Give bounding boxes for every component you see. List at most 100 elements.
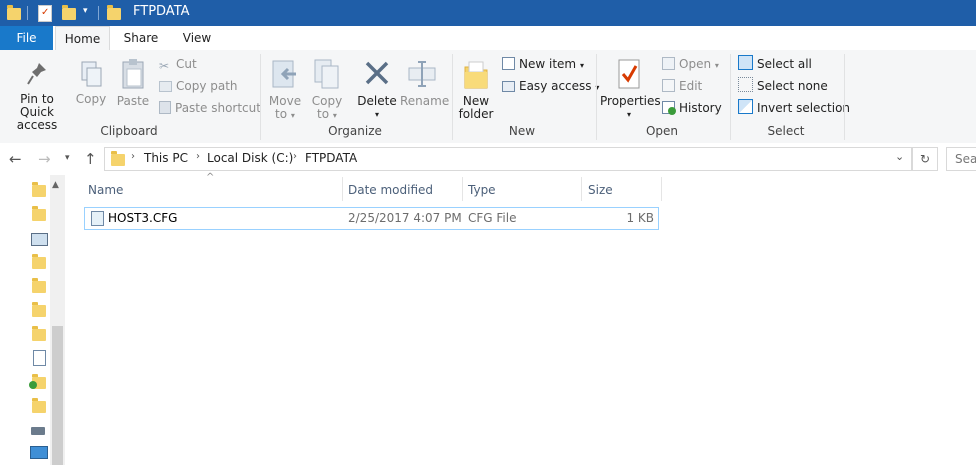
- properties-button[interactable]: Properties ▾: [600, 58, 661, 121]
- folder-icon: [111, 151, 125, 166]
- network-drive-icon[interactable]: [31, 427, 45, 435]
- rename-button[interactable]: Rename: [400, 58, 449, 108]
- breadcrumb-this-pc[interactable]: This PC: [144, 151, 188, 165]
- column-divider[interactable]: [342, 177, 343, 201]
- folder-icon[interactable]: [32, 302, 46, 317]
- history-button[interactable]: History: [662, 99, 722, 117]
- address-bar[interactable]: › This PC › Local Disk (C:) › FTPDATA ⌄: [104, 147, 912, 171]
- refresh-icon[interactable]: ↻: [912, 147, 938, 171]
- folder-icon[interactable]: [32, 398, 46, 413]
- qa-separator: [98, 6, 99, 20]
- breadcrumb-separator-icon[interactable]: ›: [131, 151, 135, 162]
- file-name: HOST3.CFG: [108, 211, 178, 225]
- new-folder-button[interactable]: New folder: [456, 58, 496, 121]
- copy-path-icon: [159, 81, 172, 92]
- group-separator: [596, 54, 597, 140]
- breadcrumb-separator-icon[interactable]: ›: [293, 151, 297, 162]
- column-divider[interactable]: [462, 177, 463, 201]
- copy-to-icon: [314, 59, 339, 89]
- column-header-date-modified[interactable]: Date modified: [348, 180, 433, 200]
- properties-icon: [618, 59, 640, 89]
- easy-access-button[interactable]: Easy access ▾: [502, 77, 599, 95]
- delete-x-icon: [365, 61, 389, 85]
- group-label-new: New: [508, 124, 536, 138]
- open-button[interactable]: Open ▾: [662, 55, 719, 73]
- column-header-type[interactable]: Type: [468, 180, 496, 200]
- address-row: ← → ▾ ↑ › This PC › Local Disk (C:) › FT…: [0, 143, 976, 175]
- folder-icon[interactable]: [32, 254, 46, 269]
- address-dropdown-chevron-icon[interactable]: ⌄: [895, 150, 904, 163]
- sort-ascending-chevron-icon: ^: [206, 172, 215, 183]
- folder-icon[interactable]: [32, 326, 46, 341]
- qa-customize-icon[interactable]: ▾: [83, 6, 88, 16]
- easy-access-icon: [502, 81, 515, 92]
- new-folder-icon: [464, 61, 488, 89]
- history-icon: [662, 101, 676, 115]
- file-size: 1 KB: [626, 211, 654, 225]
- breadcrumb-local-disk[interactable]: Local Disk (C:): [207, 151, 293, 165]
- computer-icon[interactable]: [30, 446, 48, 459]
- paste-icon: [122, 59, 144, 89]
- new-folder-quick-icon[interactable]: [62, 5, 76, 20]
- title-bar: ✓ ▾ FTPDATA: [0, 0, 976, 26]
- search-input[interactable]: Sear: [946, 147, 976, 171]
- move-to-button[interactable]: Move to ▾: [267, 58, 303, 122]
- column-divider[interactable]: [661, 177, 662, 201]
- group-separator: [844, 54, 845, 140]
- folder-icon: [7, 5, 21, 20]
- select-all-button[interactable]: Select all: [738, 55, 812, 73]
- recent-locations-chevron-icon[interactable]: ▾: [65, 153, 70, 163]
- new-item-icon: [502, 57, 515, 70]
- file-type: CFG File: [468, 211, 517, 225]
- scroll-up-chevron-icon[interactable]: ▲: [52, 180, 59, 190]
- qa-separator: [27, 6, 28, 20]
- pictures-icon[interactable]: [31, 233, 48, 246]
- open-icon: [662, 57, 675, 70]
- folder-icon[interactable]: [32, 206, 46, 221]
- table-row[interactable]: HOST3.CFG 2/25/2017 4:07 PM CFG File 1 K…: [84, 207, 659, 230]
- document-icon[interactable]: [33, 350, 46, 366]
- copy-path-button[interactable]: Copy path: [159, 77, 238, 95]
- paste-button[interactable]: Paste: [113, 58, 153, 108]
- forward-arrow-icon[interactable]: →: [38, 150, 51, 168]
- invert-selection-icon: [738, 99, 753, 114]
- ribbon-tabs: File Home Share View: [0, 26, 976, 52]
- tab-home[interactable]: Home: [55, 26, 110, 52]
- pin-to-quick-access-button[interactable]: Pin to Quick access: [3, 60, 71, 132]
- up-arrow-icon[interactable]: ↑: [84, 150, 97, 168]
- tab-view[interactable]: View: [172, 26, 222, 50]
- group-label-organize: Organize: [328, 124, 382, 138]
- tab-share[interactable]: Share: [114, 26, 168, 50]
- cut-button[interactable]: ✂ Cut: [159, 55, 197, 73]
- delete-button[interactable]: Delete ▾: [357, 58, 397, 121]
- select-none-button[interactable]: Select none: [738, 77, 828, 95]
- select-all-icon: [738, 55, 753, 70]
- tab-file[interactable]: File: [0, 26, 53, 50]
- folder-icon[interactable]: [32, 182, 46, 197]
- navigation-scrollbar-thumb[interactable]: [52, 326, 63, 465]
- copy-icon: [81, 61, 102, 87]
- breadcrumb-separator-icon[interactable]: ›: [196, 151, 200, 162]
- pin-icon: [27, 63, 46, 85]
- invert-selection-button[interactable]: Invert selection: [738, 99, 850, 117]
- column-divider[interactable]: [581, 177, 582, 201]
- new-item-button[interactable]: New item ▾: [502, 55, 584, 73]
- folder-icon[interactable]: [32, 278, 46, 293]
- edit-button[interactable]: Edit: [662, 77, 702, 95]
- group-label-select: Select: [767, 124, 805, 138]
- paste-shortcut-button[interactable]: Paste shortcut: [159, 99, 261, 117]
- cfg-file-icon: [91, 211, 104, 226]
- select-none-icon: [738, 77, 753, 92]
- group-separator: [452, 54, 453, 140]
- back-arrow-icon[interactable]: ←: [9, 150, 22, 168]
- breadcrumb-ftpdata[interactable]: FTPDATA: [305, 151, 357, 165]
- copy-button[interactable]: Copy: [74, 60, 108, 106]
- column-header-size[interactable]: Size: [588, 180, 613, 200]
- synced-folder-icon[interactable]: [29, 374, 46, 389]
- group-separator: [730, 54, 731, 140]
- scissors-icon: ✂: [159, 59, 170, 73]
- column-header-name[interactable]: Name: [88, 180, 123, 200]
- copy-to-button[interactable]: Copy to ▾: [309, 58, 345, 122]
- window-title: FTPDATA: [133, 4, 190, 19]
- properties-quick-icon[interactable]: ✓: [38, 5, 52, 22]
